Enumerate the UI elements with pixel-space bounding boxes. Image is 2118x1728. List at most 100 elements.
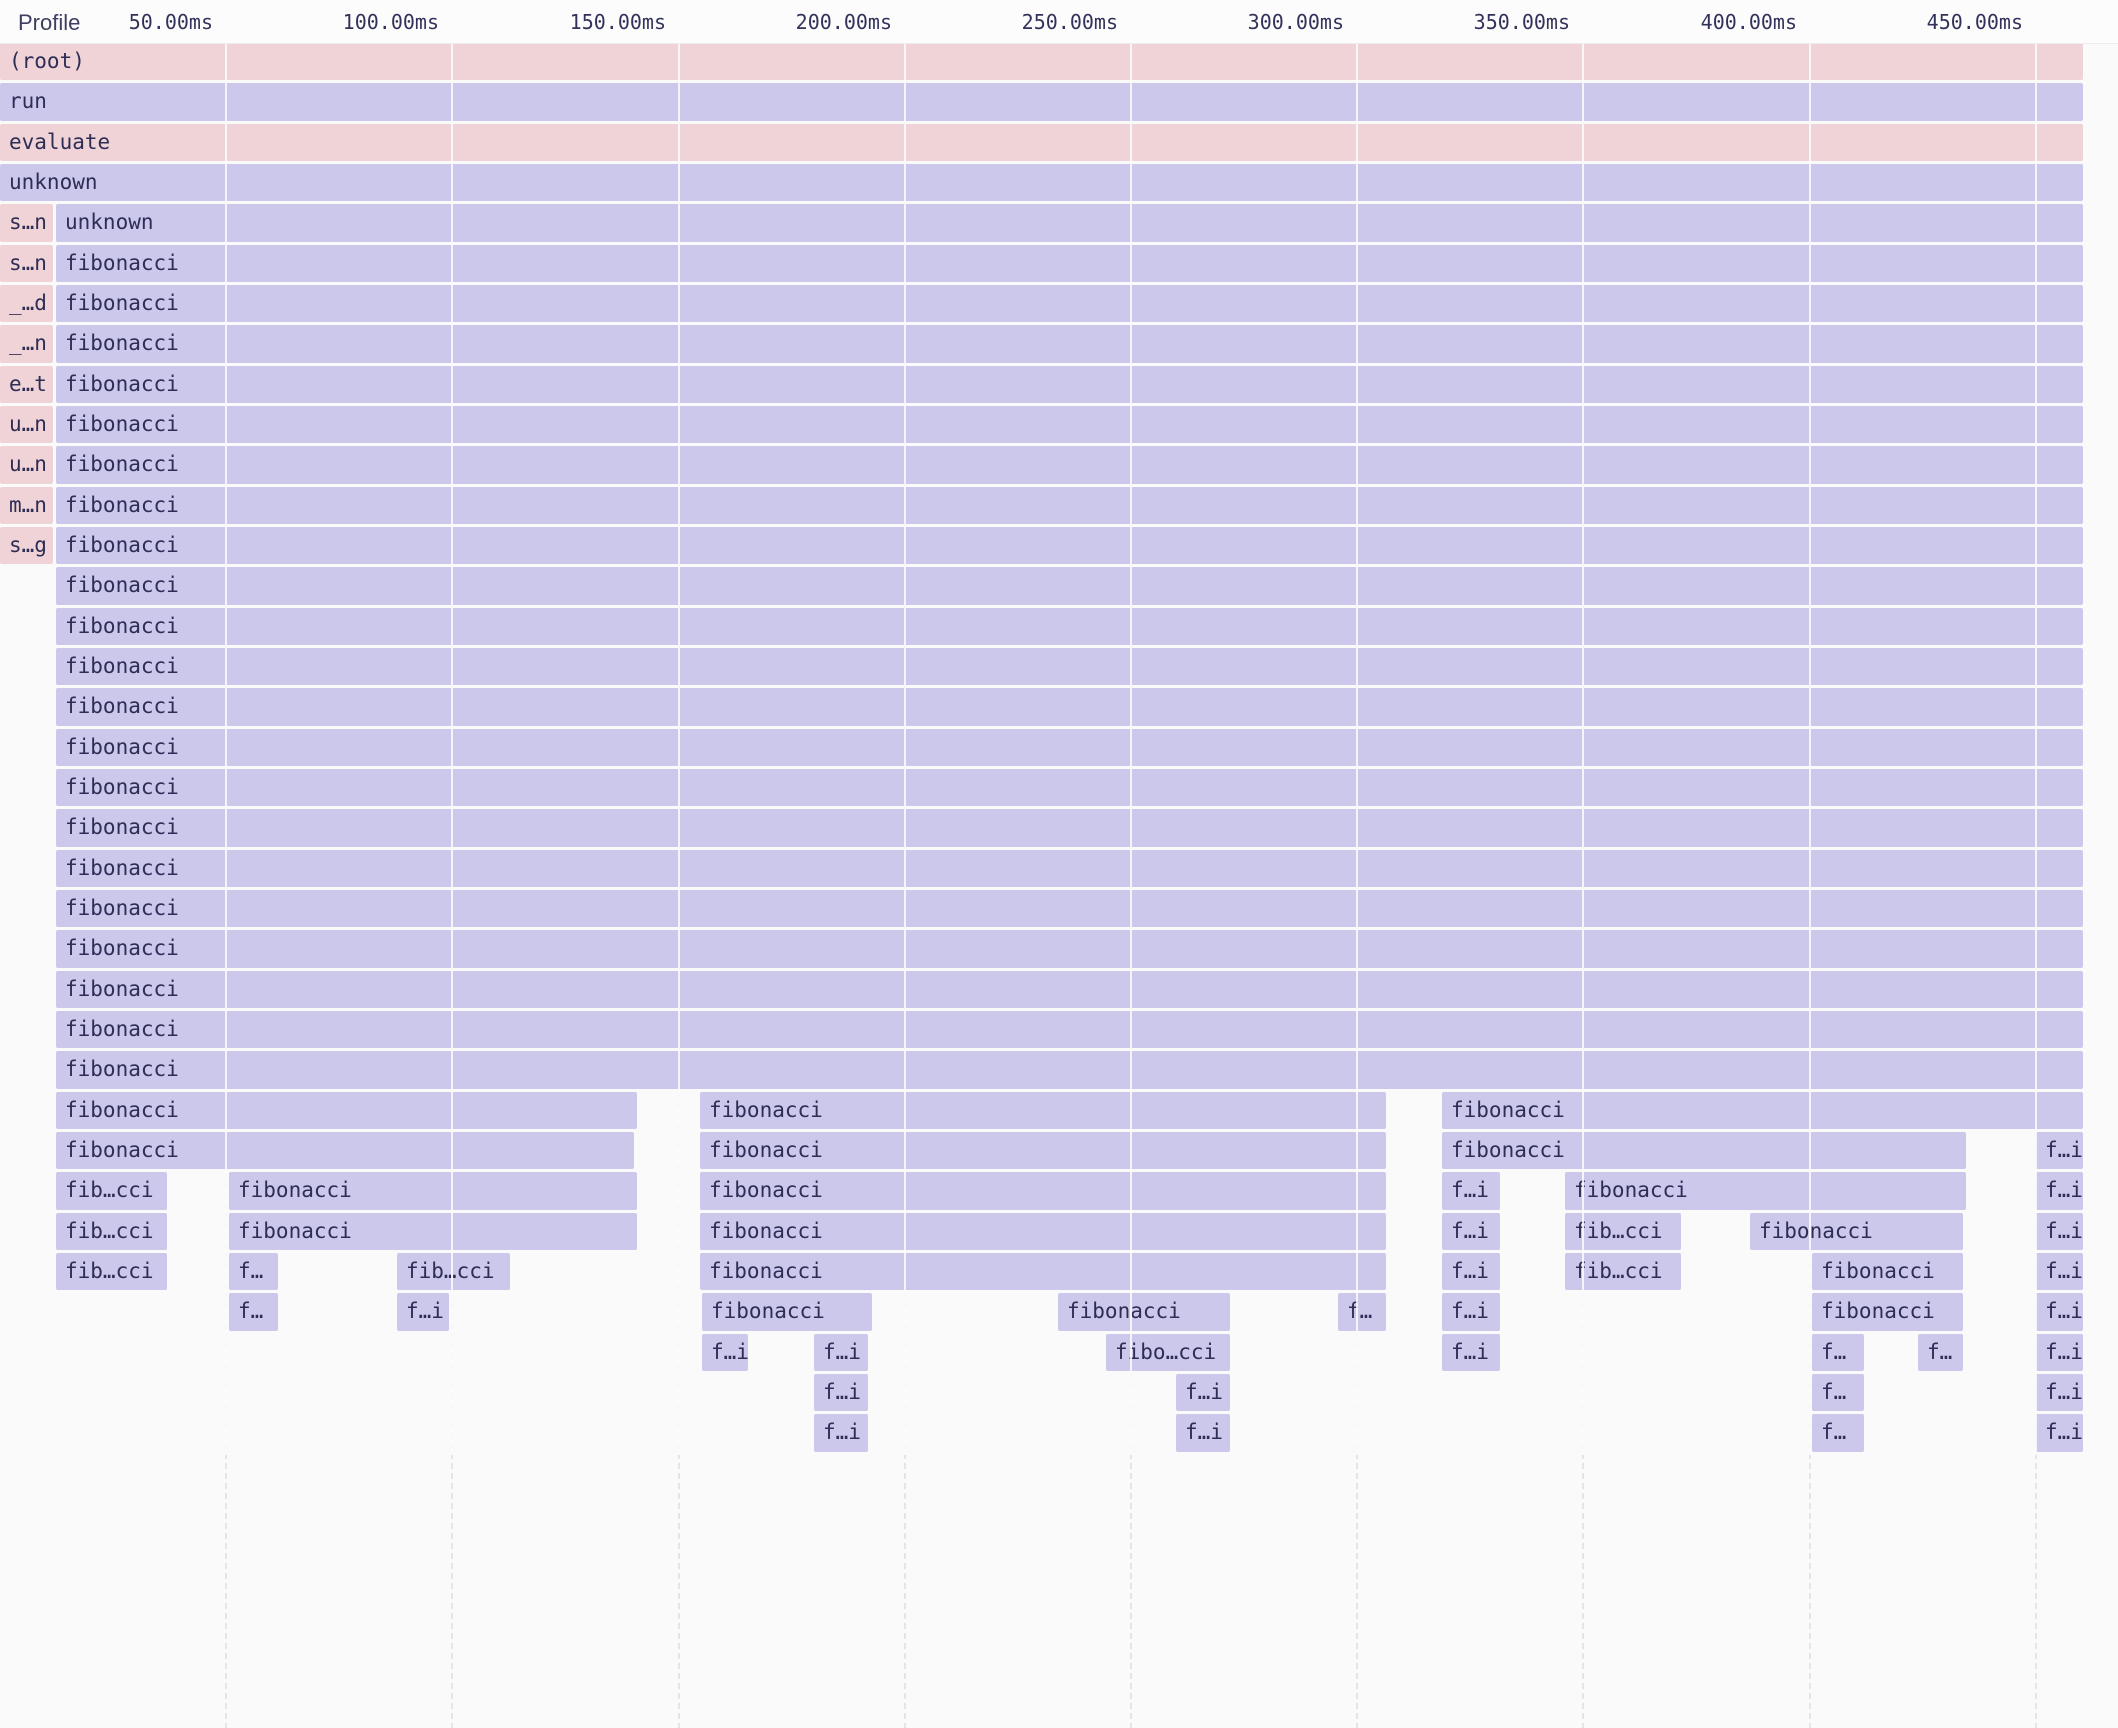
flame-frame[interactable]: fibonacci (56, 688, 2083, 725)
flame-frame[interactable]: f… (1338, 1293, 1386, 1330)
flame-frame[interactable]: u…n (0, 446, 53, 483)
time-tick-label: 100.00ms (343, 0, 439, 43)
flame-row: _…dfibonacci (0, 285, 2118, 322)
flame-row: fibonacci (0, 729, 2118, 766)
flame-frame[interactable]: fibonacci (1058, 1293, 1230, 1330)
flame-frame[interactable]: s…g (0, 527, 53, 564)
flame-frame[interactable]: fibonacci (56, 285, 2083, 322)
flame-frame[interactable]: fibonacci (700, 1132, 1386, 1169)
flame-frame[interactable]: f…i (1442, 1172, 1500, 1209)
time-ruler[interactable]: Profile 50.00ms100.00ms150.00ms200.00ms2… (0, 0, 2118, 44)
flame-frame[interactable]: fibonacci (56, 648, 2083, 685)
flame-frame[interactable]: f…i (2036, 1213, 2083, 1250)
flame-frame[interactable]: fibonacci (702, 1293, 872, 1330)
time-tick-label: 300.00ms (1248, 0, 1344, 43)
flame-frame[interactable]: fibonacci (56, 446, 2083, 483)
flame-frame[interactable]: f… (1812, 1334, 1864, 1371)
flame-frame[interactable]: s…n (0, 245, 53, 282)
flame-frame[interactable]: fibonacci (229, 1213, 637, 1250)
flame-frame[interactable]: f…i (2036, 1172, 2083, 1209)
flame-frame[interactable]: f…i (397, 1293, 449, 1330)
flame-frame[interactable]: fibonacci (229, 1172, 637, 1209)
flame-frame[interactable]: fibonacci (56, 890, 2083, 927)
flame-frame[interactable]: fibonacci (56, 608, 2083, 645)
flame-frame[interactable]: fibonacci (56, 1051, 2083, 1088)
flame-frame[interactable]: f…i (702, 1334, 748, 1371)
flame-frame[interactable]: fib…cci (56, 1172, 167, 1209)
flame-frame[interactable]: f…i (1176, 1374, 1230, 1411)
flame-frame[interactable]: fibonacci (1442, 1132, 1966, 1169)
flame-row: fibonacci fibonacci fibonacci (0, 1092, 2118, 1129)
time-tick-label: 400.00ms (1701, 0, 1797, 43)
flame-frame[interactable]: f…i (814, 1374, 868, 1411)
flame-frame[interactable]: fibonacci (56, 325, 2083, 362)
flame-frame[interactable]: unknown (56, 204, 2083, 241)
flame-frame[interactable]: fibonacci (56, 1092, 637, 1129)
flame-frame[interactable]: e…t (0, 366, 53, 403)
flame-frame[interactable]: fibonacci (56, 729, 2083, 766)
flame-frame[interactable]: fibonacci (700, 1092, 1386, 1129)
flame-frame[interactable]: fib…cci (397, 1253, 510, 1290)
flame-frame[interactable]: fib…cci (56, 1253, 167, 1290)
flame-frame[interactable]: f… (1918, 1334, 1963, 1371)
flame-frame[interactable]: f…i (814, 1334, 868, 1371)
flame-frame[interactable]: fibonacci (56, 850, 2083, 887)
flame-row: e…tfibonacci (0, 366, 2118, 403)
flame-frame[interactable]: f… (1812, 1414, 1864, 1451)
flame-frame[interactable]: s…n (0, 204, 53, 241)
flame-frame[interactable]: f…i (2036, 1253, 2083, 1290)
flame-frame[interactable]: fibonacci (1812, 1253, 1963, 1290)
flame-frame[interactable]: f… (1812, 1374, 1864, 1411)
flame-frame[interactable]: fibonacci (56, 769, 2083, 806)
flame-frame[interactable]: f…i (2036, 1414, 2083, 1451)
flame-frame[interactable]: unknown (0, 164, 2083, 201)
flame-frame[interactable]: fibonacci (56, 527, 2083, 564)
flame-frame[interactable]: fibonacci (56, 487, 2083, 524)
flame-chart[interactable]: (root)runevaluateunknowns…nunknowns…nfib… (0, 0, 2118, 1728)
flame-frame[interactable]: fibo…cci (1106, 1334, 1230, 1371)
flame-frame[interactable]: fibonacci (1442, 1092, 2083, 1129)
flame-frame[interactable]: evaluate (0, 124, 2083, 161)
flame-row: fibonacci (0, 769, 2118, 806)
flame-frame[interactable]: fibonacci (56, 971, 2083, 1008)
flame-row: fibonacci (0, 567, 2118, 604)
flame-row: fibonacci (0, 648, 2118, 685)
flame-frame[interactable]: fib…cci (56, 1213, 167, 1250)
flame-frame[interactable]: f…i (1442, 1213, 1500, 1250)
flame-frame[interactable]: f…i (2036, 1374, 2083, 1411)
flame-frame[interactable]: fibonacci (56, 930, 2083, 967)
gridline (451, 43, 453, 1455)
flame-frame[interactable]: fibonacci (700, 1172, 1386, 1209)
flame-frame[interactable]: _…d (0, 285, 53, 322)
flame-frame[interactable]: m…n (0, 487, 53, 524)
flame-frame[interactable]: f…i (2036, 1293, 2083, 1330)
flame-frame[interactable]: f…i (2036, 1334, 2083, 1371)
flame-frame[interactable]: fibonacci (1750, 1213, 1963, 1250)
flame-frame[interactable]: (root) (0, 43, 2083, 80)
flame-frame[interactable]: fibonacci (1812, 1293, 1963, 1330)
time-tick-label: 200.00ms (796, 0, 892, 43)
flame-frame[interactable]: fibonacci (56, 567, 2083, 604)
flame-frame[interactable]: f…i (814, 1414, 868, 1451)
flame-frame[interactable]: _…n (0, 325, 53, 362)
flame-frame[interactable]: run (0, 83, 2083, 120)
flame-frame[interactable]: fibonacci (1565, 1172, 1966, 1209)
flame-frame[interactable]: fibonacci (56, 1132, 634, 1169)
flame-frame[interactable]: u…n (0, 406, 53, 443)
flame-frame[interactable]: f… (229, 1293, 278, 1330)
flame-frame[interactable]: f… (229, 1253, 278, 1290)
flame-frame[interactable]: fibonacci (56, 406, 2083, 443)
flame-frame[interactable]: f…i (1442, 1253, 1500, 1290)
flame-frame[interactable]: f…i (1176, 1414, 1230, 1451)
flame-frame[interactable]: fibonacci (56, 366, 2083, 403)
flame-frame[interactable]: fibonacci (56, 1011, 2083, 1048)
flame-frame[interactable]: fibonacci (700, 1253, 1386, 1290)
flame-frame[interactable]: fibonacci (700, 1213, 1386, 1250)
flame-frame[interactable]: fibonacci (56, 245, 2083, 282)
flame-row: _…nfibonacci (0, 325, 2118, 362)
flame-frame[interactable]: f…i (1442, 1334, 1500, 1371)
flame-frame[interactable]: fibonacci (56, 809, 2083, 846)
flame-frame[interactable]: f…i (1442, 1293, 1500, 1330)
flame-frame[interactable]: f…i (2036, 1132, 2083, 1169)
time-tick-label: 150.00ms (570, 0, 666, 43)
